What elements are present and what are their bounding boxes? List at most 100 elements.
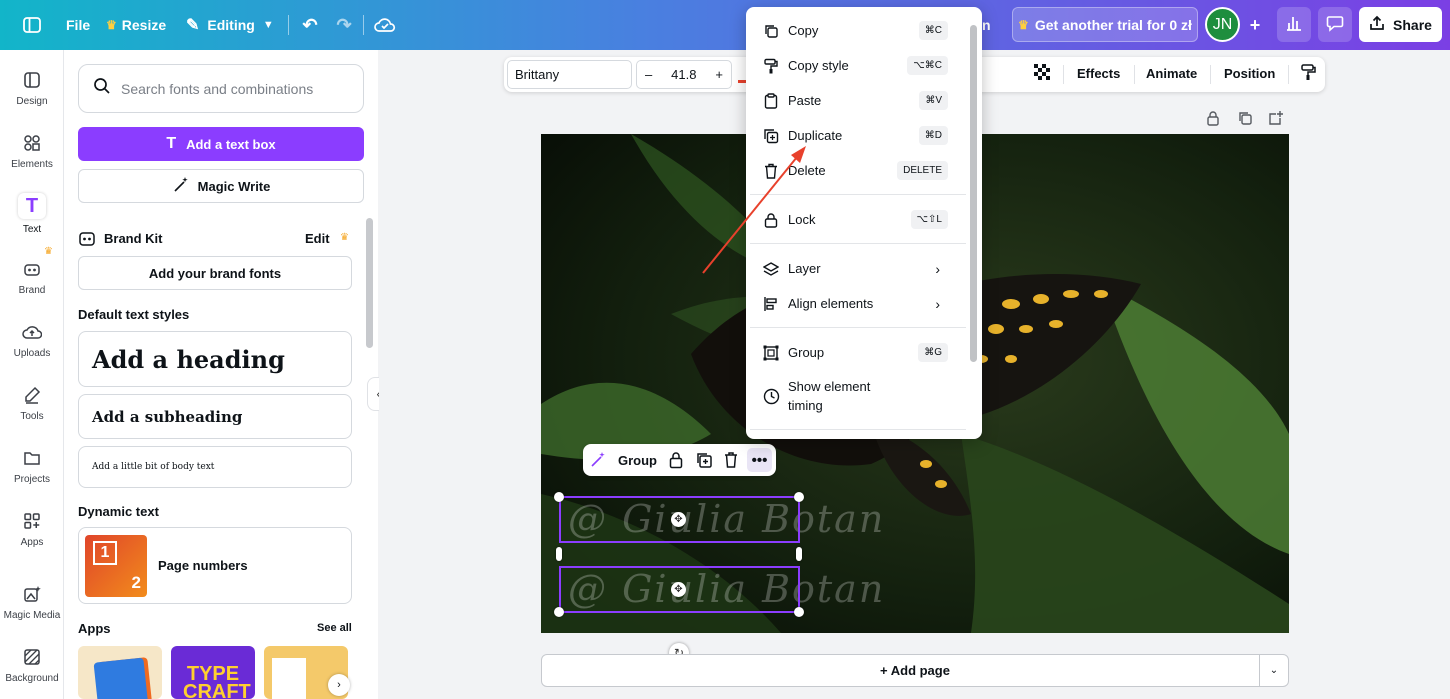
magic-write-label: Magic Write — [197, 178, 271, 194]
comments-button[interactable] — [1318, 7, 1352, 42]
side-handle[interactable] — [796, 547, 802, 561]
toolbar-divider — [1063, 65, 1064, 84]
see-all-link[interactable]: See all — [317, 622, 352, 634]
duplicate-icon[interactable] — [695, 451, 713, 474]
trash-icon[interactable] — [723, 451, 739, 474]
rail-label: Uploads — [13, 348, 51, 359]
file-menu-button[interactable]: File — [66, 0, 90, 50]
menu-divider — [750, 194, 966, 195]
font-family-dropdown[interactable]: Brittany — [507, 60, 632, 89]
resize-button[interactable]: ♛ Resize — [106, 0, 166, 50]
add-page-icon-button[interactable] — [1268, 110, 1285, 127]
resize-handle[interactable] — [794, 492, 804, 502]
app-thumbnail[interactable]: TYPE CRAFT — [171, 646, 255, 699]
menu-item-lock[interactable]: Lock ⌥⇧L — [746, 202, 970, 237]
add-text-box-label: Add a text box — [186, 136, 276, 152]
chevron-right-icon: › — [337, 679, 341, 691]
undo-icon: ↶ — [302, 14, 318, 35]
trial-button[interactable]: ♛ Get another trial for 0 zł — [1012, 7, 1198, 42]
rail-item-text[interactable]: T Text — [0, 184, 64, 244]
body-style-card[interactable]: Add a little bit of body text — [78, 446, 352, 488]
brand-kit-title: Brand Kit — [104, 231, 163, 246]
top-bar: File ♛ Resize ✎ Editing ▼ ↶ ↷ n ♛ Get an… — [0, 0, 1450, 50]
menu-item-layer[interactable]: Layer › — [746, 251, 970, 286]
brand-kit-edit-link[interactable]: Edit — [305, 231, 330, 246]
uploads-icon — [21, 321, 43, 343]
rail-item-background[interactable]: Background — [0, 635, 64, 695]
menu-item-paste[interactable]: Paste ⌘V — [746, 83, 970, 118]
rail-item-magic-media[interactable]: Magic Media — [0, 572, 64, 632]
magic-edit-icon[interactable] — [589, 451, 607, 474]
transparency-button[interactable] — [1031, 63, 1053, 85]
magic-write-button[interactable]: Magic Write — [78, 169, 364, 203]
resize-handle[interactable] — [794, 607, 804, 617]
user-avatar[interactable]: JN — [1205, 7, 1240, 42]
increase-size-button[interactable]: + — [715, 67, 723, 82]
menu-label: Duplicate — [788, 128, 843, 143]
move-handle[interactable]: ✥ — [671, 512, 686, 527]
add-page-button[interactable]: + Add page — [541, 654, 1289, 687]
page-numbers-card[interactable]: 1 2 Page numbers — [78, 527, 352, 604]
resize-handle[interactable] — [554, 492, 564, 502]
effects-button[interactable]: Effects — [1077, 66, 1120, 81]
font-search-input[interactable] — [121, 80, 341, 97]
lock-icon[interactable] — [668, 451, 684, 474]
toolbar-divider — [1210, 65, 1211, 84]
rail-item-brand[interactable]: Brand — [0, 247, 64, 307]
dynamic-text-title: Dynamic text — [78, 504, 159, 519]
animate-button[interactable]: Animate — [1146, 66, 1197, 81]
rail-label: Projects — [13, 474, 51, 485]
menu-item-align-elements[interactable]: Align elements › — [746, 286, 970, 321]
divider — [288, 15, 289, 35]
share-button[interactable]: Share — [1359, 7, 1442, 42]
rail-item-design[interactable]: Design — [0, 58, 64, 118]
app-thumbnail[interactable] — [78, 646, 162, 699]
menu-item-delete[interactable]: Delete DELETE — [746, 153, 970, 188]
rail-item-projects[interactable]: Projects — [0, 436, 64, 496]
rail-item-apps[interactable]: Apps — [0, 499, 64, 559]
more-options-icon[interactable]: ••• — [747, 448, 772, 472]
page-lock-button[interactable] — [1205, 110, 1222, 127]
resize-handle[interactable] — [554, 607, 564, 617]
menu-scrollbar[interactable] — [970, 25, 977, 362]
add-brand-fonts-button[interactable]: Add your brand fonts — [78, 256, 352, 290]
menu-item-copy-style[interactable]: Copy style ⌥⌘C — [746, 48, 970, 83]
editing-label: Editing — [207, 17, 255, 33]
redo-icon: ↷ — [336, 14, 352, 35]
insights-button[interactable] — [1277, 7, 1311, 42]
bar-chart-icon — [1285, 14, 1303, 35]
font-size-stepper[interactable]: – 41.8 + — [636, 60, 732, 89]
subheading-style-card[interactable]: Add a subheading — [78, 394, 352, 439]
page-duplicate-button[interactable] — [1237, 110, 1254, 127]
menu-item-duplicate[interactable]: Duplicate ⌘D — [746, 118, 970, 153]
redo-button[interactable]: ↷ — [332, 0, 356, 50]
menu-item-copy[interactable]: Copy ⌘C — [746, 13, 970, 48]
rail-item-uploads[interactable]: Uploads — [0, 310, 64, 370]
font-search-box[interactable] — [78, 64, 364, 113]
panel-scrollbar[interactable] — [366, 218, 373, 348]
move-handle[interactable]: ✥ — [671, 582, 686, 597]
add-text-box-button[interactable]: T Add a text box — [78, 127, 364, 161]
elements-icon — [21, 132, 43, 154]
page-number-two: 2 — [131, 572, 141, 592]
rail-item-elements[interactable]: Elements — [0, 121, 64, 181]
carousel-next-button[interactable]: › — [328, 674, 350, 696]
font-size-value[interactable]: 41.8 — [671, 67, 696, 82]
layers-icon — [762, 260, 780, 278]
rail-item-tools[interactable]: Tools — [0, 373, 64, 433]
menu-toggle-button[interactable] — [20, 0, 44, 50]
decrease-size-button[interactable]: – — [645, 67, 652, 82]
undo-button[interactable]: ↶ — [298, 0, 322, 50]
cloud-save-button[interactable] — [373, 0, 397, 50]
menu-item-show-timing[interactable]: Show element timing — [746, 375, 970, 417]
add-page-options-button[interactable]: ⌄ — [1260, 655, 1288, 686]
menu-item-group[interactable]: Group ⌘G — [746, 335, 970, 370]
editing-mode-dropdown[interactable]: ✎ Editing ▼ — [186, 0, 274, 50]
position-button[interactable]: Position — [1224, 66, 1275, 81]
heading-style-card[interactable]: Add a heading — [78, 331, 352, 387]
chevron-down-icon: ⌄ — [1269, 665, 1279, 676]
group-button[interactable]: Group — [618, 453, 657, 468]
invite-button[interactable]: + — [1243, 0, 1267, 50]
side-handle[interactable] — [556, 547, 562, 561]
paint-format-button[interactable] — [1297, 63, 1319, 85]
